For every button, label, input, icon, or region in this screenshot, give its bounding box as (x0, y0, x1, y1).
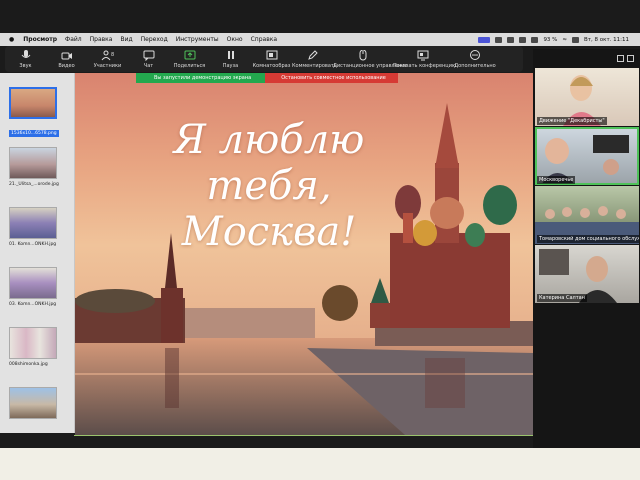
more-icon (470, 50, 480, 60)
annotate-label: Комментировать (292, 63, 337, 69)
menu-window[interactable]: Окно (227, 36, 243, 43)
status-area: 93 % ≈ Вт, 8 окт. 11:11 (478, 33, 634, 46)
slide-title: Я люблю тебя, Москва! (119, 117, 419, 255)
meeting-toolbar: Звук Видео 8 Участники Чат Поделиться Па… (5, 46, 523, 72)
thumbnail-label: 03. Komn...ONKH.jpg (9, 302, 57, 307)
wifi-icon[interactable]: ≈ (562, 37, 567, 43)
control-center-icon[interactable] (572, 36, 580, 43)
slide-title-line2: Москва! (181, 209, 357, 255)
preview-sidebar: 1536x10...6578.png 21._Ulitsa_...orode.j… (0, 73, 75, 433)
thumbnail-item[interactable]: 03. Komn...ONKH.jpg (9, 267, 57, 307)
participant-tile[interactable]: Движение "Декабристы" (535, 68, 639, 126)
thumbnail-label: 1536x10...6578.png (9, 130, 59, 137)
video-panel: Движение "Декабристы" Москворечье Томаро… (533, 49, 640, 448)
apple-icon[interactable]: ● (9, 36, 14, 43)
thumbnail-item[interactable]: 01. Komn...ONKH.jpg (9, 207, 57, 247)
rooms-label: Комнатообраз (252, 63, 291, 69)
participant-name: Катерина Салтан (537, 294, 587, 302)
thumbnail-image (9, 207, 57, 239)
thumbnail-image (9, 327, 57, 359)
participants-button[interactable]: 8 Участники (87, 46, 128, 69)
expand-icon[interactable] (627, 55, 634, 62)
participants-count: 8 (111, 52, 114, 58)
thumbnail-item[interactable]: 1536x10...6578.png (9, 87, 59, 138)
menu-tools[interactable]: Инструменты (176, 36, 219, 43)
pause-button[interactable]: Пауза (210, 46, 251, 69)
pencil-icon (307, 50, 318, 60)
share-status-text: Вы запустили демонстрацию экрана (154, 75, 252, 81)
screen-share-status-icon[interactable] (478, 36, 491, 43)
participant-tile[interactable]: Томаровский дом социального обслуж... (535, 186, 639, 244)
stop-share-button[interactable]: Остановить совместное использование (265, 73, 398, 83)
menu-view[interactable]: Вид (120, 36, 132, 43)
remote-control-label: Дистанционное управление (333, 63, 408, 69)
thumbnail-image (9, 267, 57, 299)
mouse-icon (359, 50, 367, 61)
thumbnail-image (9, 147, 57, 179)
participant-name: Томаровский дом социального обслуж... (537, 235, 639, 243)
thumbnail-item[interactable]: 008shimonka.jpg (9, 327, 57, 367)
menu-app-name[interactable]: Просмотр (23, 36, 57, 43)
pause-icon (227, 51, 234, 59)
clock[interactable]: Вт, 8 окт. 11:11 (584, 37, 629, 43)
more-button[interactable]: Дополнительно (453, 46, 497, 69)
menu-edit[interactable]: Правка (90, 36, 113, 43)
keyboard-icon[interactable] (531, 36, 539, 43)
remote-control-button[interactable]: Дистанционное управление (333, 46, 408, 69)
video-panel-controls (540, 55, 634, 63)
menu-help[interactable]: Справка (251, 36, 277, 43)
chat-label: Чат (143, 63, 154, 69)
audio-label: Звук (19, 63, 32, 69)
participant-name: Движение "Декабристы" (537, 117, 607, 125)
thumbnail-item[interactable] (9, 387, 57, 422)
menu-go[interactable]: Переход (141, 36, 168, 43)
share-status: Вы запустили демонстрацию экрана (136, 73, 266, 83)
share-status-bar: Вы запустили демонстрацию экрана Останов… (136, 73, 398, 83)
sync-icon[interactable] (519, 36, 527, 43)
participant-tile[interactable]: Москворечье (535, 127, 639, 185)
chat-icon (143, 50, 154, 61)
show-conference-label: Показать конференцию (393, 63, 457, 69)
camera-icon (61, 52, 72, 60)
microphone-icon (21, 50, 30, 58)
thumbnail-label: 21._Ulitsa_...orode.jpg (9, 182, 59, 187)
annotate-button[interactable]: Комментировать (292, 46, 337, 69)
page-margin (0, 448, 640, 480)
participants-icon: 8 (101, 50, 114, 61)
record-icon[interactable] (495, 36, 503, 43)
thumbnail-image (9, 387, 57, 419)
menu-bar: ● Просмотр Файл Правка Вид Переход Инстр… (0, 33, 640, 46)
thumbnail-label: 008shimonka.jpg (9, 362, 48, 367)
rooms-icon (266, 50, 277, 60)
more-label: Дополнительно (454, 63, 496, 69)
view-toggle-icon[interactable] (617, 55, 624, 62)
slide-title-line1: Я люблю тебя, (173, 117, 365, 209)
share-frame-border (74, 435, 534, 436)
share-label: Поделиться (173, 63, 206, 69)
thumbnail-image (9, 87, 57, 119)
video-button[interactable]: Видео (46, 46, 87, 69)
battery-percent: 93 % (543, 36, 558, 43)
pause-label: Пауза (222, 63, 239, 69)
app-status-icon[interactable] (507, 36, 515, 43)
audio-button[interactable]: Звук (5, 46, 46, 69)
chat-button[interactable]: Чат (128, 46, 169, 69)
stop-share-label: Остановить совместное использование (281, 75, 386, 81)
share-screen-icon (184, 50, 195, 60)
video-label: Видео (58, 63, 75, 69)
thumbnail-item[interactable]: 21._Ulitsa_...orode.jpg (9, 147, 59, 187)
show-conference-button[interactable]: Показать конференцию (393, 46, 457, 69)
rooms-button[interactable]: Комнатообраз (251, 46, 292, 69)
menu-file[interactable]: Файл (65, 36, 82, 43)
participant-name: Москворечье (537, 176, 576, 184)
shared-slide: Я люблю тебя, Москва! (75, 73, 533, 435)
screen: ● Просмотр Файл Правка Вид Переход Инстр… (0, 0, 640, 448)
participant-tile[interactable]: Катерина Салтан (535, 245, 639, 303)
share-button[interactable]: Поделиться (169, 46, 210, 69)
participants-label: Участники (93, 63, 122, 69)
monitor-icon (417, 50, 429, 61)
thumbnail-label: 01. Komn...ONKH.jpg (9, 242, 57, 247)
